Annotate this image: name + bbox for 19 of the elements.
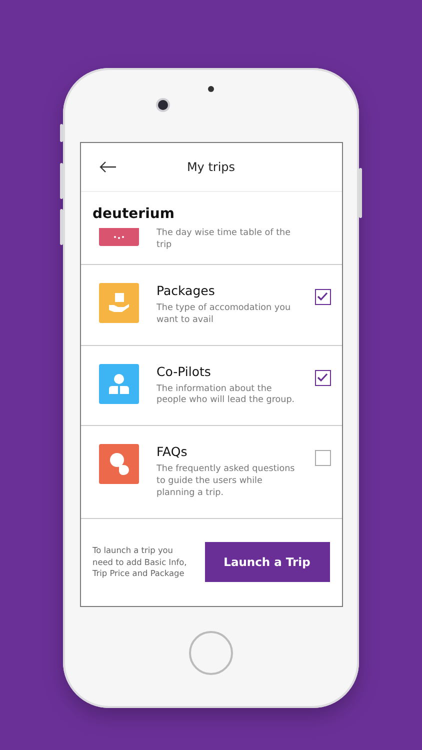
check-icon	[317, 292, 328, 302]
item-description: The day wise time table of the trip	[156, 228, 292, 252]
checkbox[interactable]	[314, 288, 330, 305]
checkbox[interactable]	[314, 450, 330, 466]
launch-note: To launch a trip you need to add Basic Info, Trip Price and Package	[92, 545, 188, 580]
trip-name: deuterium	[92, 205, 176, 224]
item-title: FAQs	[156, 444, 188, 460]
camera-icon	[158, 100, 168, 110]
item-description: The type of accomodation you want to avail	[156, 302, 292, 326]
item-title: Packages	[156, 282, 216, 298]
back-icon[interactable]	[98, 161, 116, 173]
speaker-icon	[208, 86, 214, 92]
item-title: Co-Pilots	[156, 364, 212, 378]
check-icon	[317, 373, 328, 382]
item-description: The information about the people who will lead the group.	[156, 384, 296, 408]
screen-title: My trips	[186, 160, 236, 174]
checkbox[interactable]	[314, 370, 330, 386]
item-description: The frequently asked questions to guide the users while planning a trip.	[156, 464, 296, 500]
launch-trip-button[interactable]: Launch a Trip	[204, 542, 330, 582]
